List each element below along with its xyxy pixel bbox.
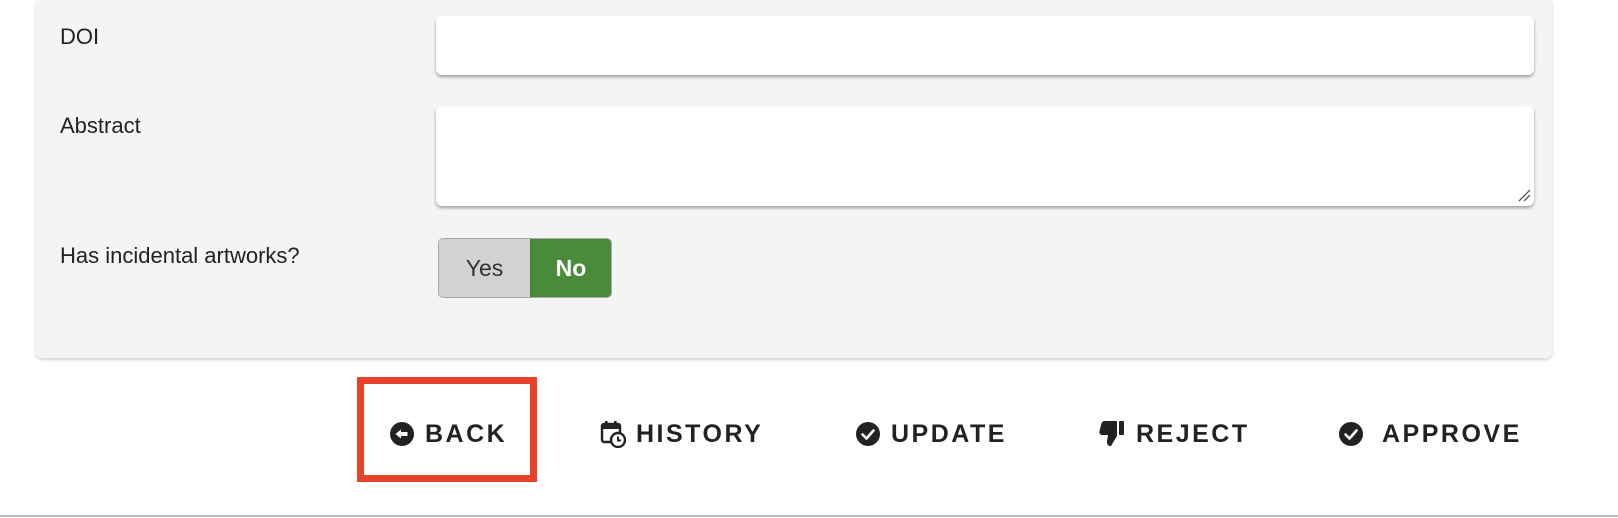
check-circle-icon (1339, 422, 1363, 446)
history-label: HISTORY (636, 419, 764, 448)
calendar-clock-icon (600, 421, 626, 448)
bottom-divider (0, 515, 1618, 517)
resize-grip-icon[interactable] (1517, 188, 1531, 202)
check-circle-icon (856, 422, 880, 446)
doi-label: DOI (60, 24, 100, 49)
toggle-option-no[interactable]: No (530, 239, 611, 297)
doi-input[interactable] (436, 16, 1534, 75)
history-button[interactable]: HISTORY (600, 414, 763, 454)
incidental-artworks-label: Has incidental artworks? (60, 243, 300, 268)
thumbs-down-icon (1099, 421, 1124, 446)
abstract-textarea[interactable] (436, 106, 1534, 206)
back-label: BACK (425, 419, 508, 448)
incidental-artworks-toggle: Yes No (438, 238, 612, 298)
approve-label: APPROVE (1382, 419, 1522, 448)
action-bar: BACK HISTORY UPDATE REJECT APPROVE (0, 378, 1618, 486)
arrow-left-circle-icon (390, 422, 414, 446)
abstract-label: Abstract (60, 113, 141, 138)
approve-button[interactable]: APPROVE (1338, 414, 1522, 454)
update-label: UPDATE (891, 419, 1007, 448)
back-button[interactable]: BACK (389, 414, 507, 454)
reject-button[interactable]: REJECT (1098, 414, 1250, 454)
toggle-option-yes[interactable]: Yes (439, 239, 530, 297)
reject-label: REJECT (1136, 419, 1250, 448)
update-button[interactable]: UPDATE (855, 414, 1007, 454)
